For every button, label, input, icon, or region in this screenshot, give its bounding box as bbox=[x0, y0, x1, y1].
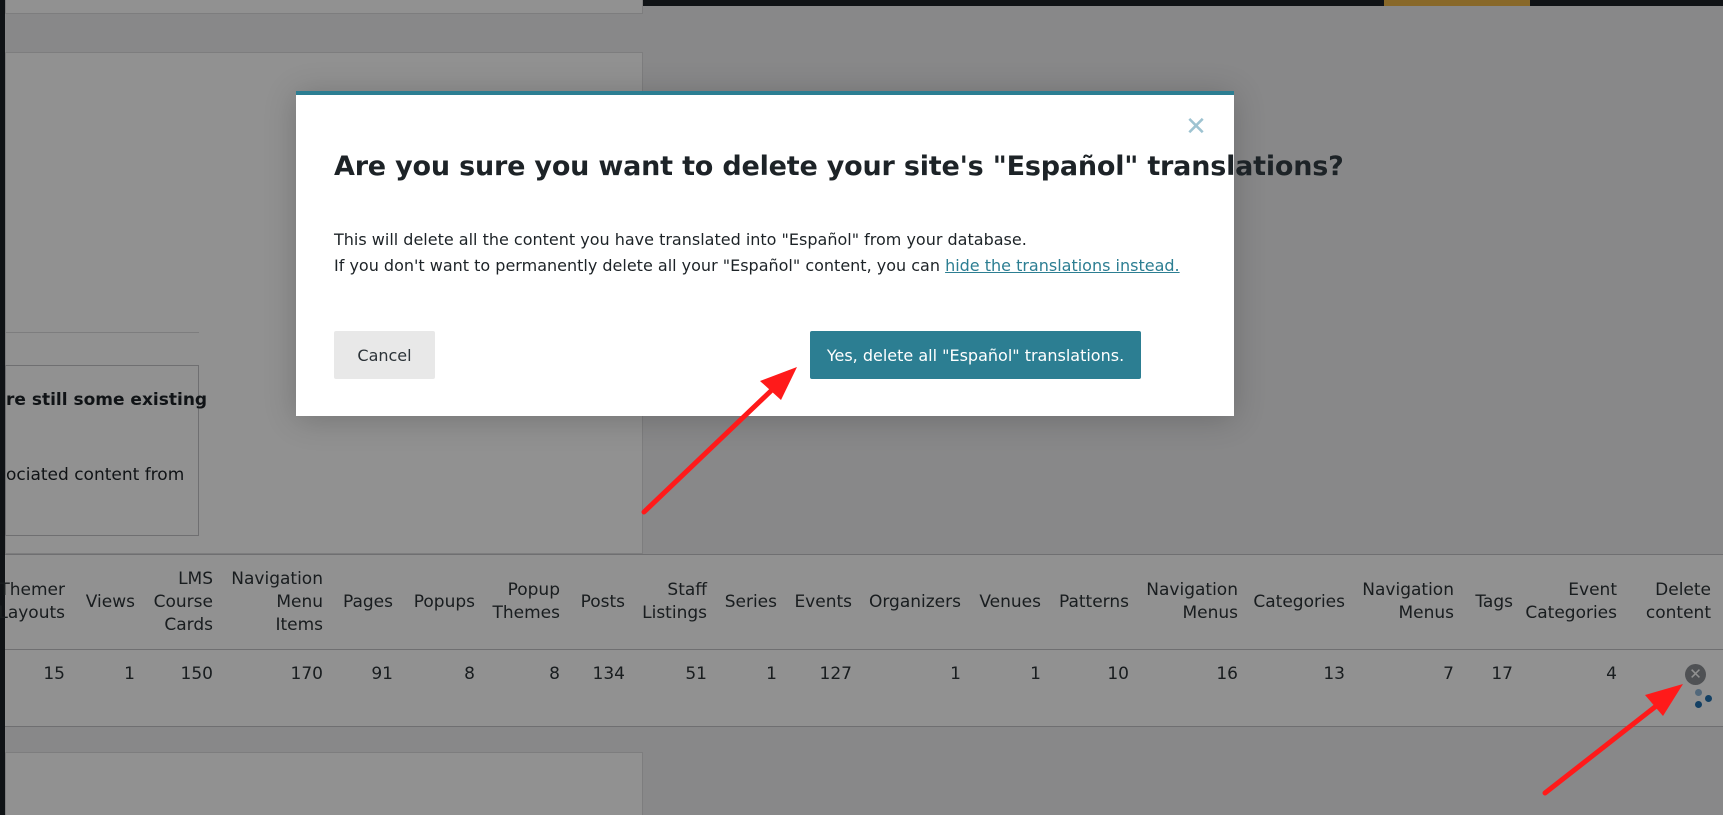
close-icon[interactable]: ✕ bbox=[1184, 114, 1208, 140]
hide-translations-link[interactable]: hide the translations instead. bbox=[945, 256, 1180, 275]
dialog-title: Are you sure you want to delete your sit… bbox=[334, 151, 1344, 182]
dialog-body-line-2-text: If you don't want to permanently delete … bbox=[334, 256, 946, 275]
dialog-body: This will delete all the content you hav… bbox=[334, 227, 1214, 279]
cancel-button[interactable]: Cancel bbox=[334, 331, 435, 379]
delete-translations-dialog: ✕ Are you sure you want to delete your s… bbox=[296, 91, 1344, 416]
dialog-body-line-2: If you don't want to permanently delete … bbox=[334, 253, 1214, 279]
dialog-body-line-1: This will delete all the content you hav… bbox=[334, 230, 1027, 249]
confirm-delete-button[interactable]: Yes, delete all "Español" translations. bbox=[810, 331, 1141, 379]
